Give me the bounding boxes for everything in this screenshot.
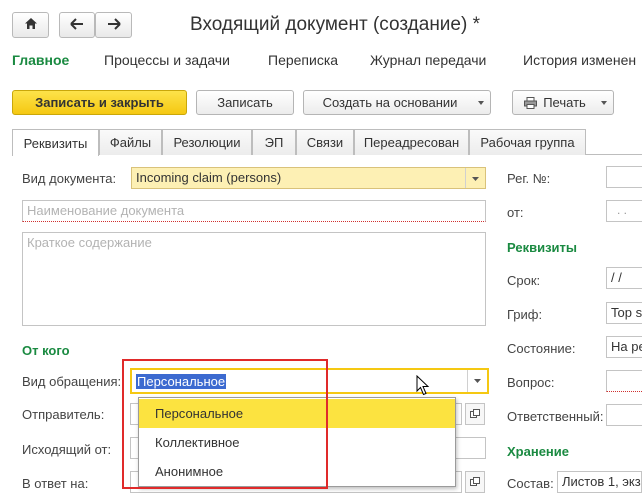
create-based-on-label: Создать на основании [322,95,458,110]
reg-no-label: Рег. №: [507,171,551,186]
window-title: Входящий документ (создание) * [190,14,480,35]
reg-date-label: от: [507,205,524,220]
chevron-down-icon [478,101,484,105]
sender-open-button[interactable] [465,403,485,425]
section-processes[interactable]: Процессы и задачи [104,52,230,68]
storage-group-title: Хранение [507,444,569,459]
state-label: Состояние: [507,341,576,356]
home-icon [24,17,38,33]
dropdown-option-collective[interactable]: Коллективное [139,428,455,457]
reply-to-label: В ответ на: [22,476,89,491]
save-and-close-button[interactable]: Записать и закрыть [12,90,187,115]
stamp-field[interactable]: Top s [606,302,642,324]
chevron-down-icon [472,177,479,181]
deadline-label: Срок: [507,273,541,288]
doc-name-input[interactable]: Наименование документа [22,200,486,222]
save-button[interactable]: Записать [196,90,294,115]
sender-label: Отправитель: [22,407,105,422]
appeal-type-value: Персональное [136,374,227,389]
doc-name-placeholder: Наименование документа [27,203,185,218]
dropdown-option-personal[interactable]: Персональное [139,399,455,428]
arrow-left-icon [70,17,84,33]
from-group-title: От кого [22,343,70,358]
responsible-label: Ответственный: [507,409,604,424]
printer-icon [524,96,538,109]
stamp-value: Top s [611,305,642,320]
requisites-group-title: Реквизиты [507,240,577,255]
composition-field[interactable]: Листов 1, экз [557,471,642,493]
tab-requisites[interactable]: Реквизиты [12,129,99,156]
section-transfer-log[interactable]: Журнал передачи [370,52,486,68]
stamp-label: Гриф: [507,307,543,322]
back-button[interactable] [59,12,95,38]
section-main[interactable]: Главное [12,52,69,68]
open-window-icon [470,475,480,490]
composition-label: Состав: [507,476,554,491]
outgoing-from-label: Исходящий от: [22,442,112,457]
tab-links[interactable]: Связи [296,129,354,155]
home-button[interactable] [12,12,49,38]
question-field[interactable] [606,370,642,392]
print-label: Печать [543,95,586,110]
tab-files[interactable]: Файлы [99,129,162,155]
appeal-type-dropdown-list: Персональное Коллективное Анонимное [138,397,456,487]
appeal-type-field[interactable]: Персональное [130,368,489,394]
deadline-value: / / [611,270,622,285]
tab-workgroup[interactable]: Рабочая группа [469,129,586,155]
responsible-field[interactable] [606,404,642,426]
arrow-right-icon [107,17,121,33]
section-correspondence[interactable]: Переписка [268,52,338,68]
open-window-icon [470,407,480,422]
doc-type-label: Вид документа: [22,171,117,186]
forward-button[interactable] [95,12,132,38]
appeal-type-dropdown-button[interactable] [467,370,487,392]
create-based-on-button[interactable]: Создать на основании [303,90,491,115]
chevron-down-icon [474,379,481,383]
reg-date-value: . . [617,203,628,217]
reply-to-open-button[interactable] [465,471,485,493]
summary-placeholder: Краткое содержание [27,235,152,250]
print-button[interactable]: Печать [512,90,614,115]
state-field[interactable]: На ре [606,336,642,358]
appeal-type-label: Вид обращения: [22,374,122,389]
tab-ep[interactable]: ЭП [252,129,296,155]
deadline-field[interactable]: / / [606,267,642,289]
doc-type-field[interactable]: Incoming claim (persons) [131,167,486,189]
doc-type-dropdown-button[interactable] [465,168,485,188]
summary-textarea[interactable]: Краткое содержание [22,232,486,326]
mouse-cursor-icon [416,374,430,399]
reg-date-field[interactable]: . . [606,200,642,222]
reg-no-field[interactable] [606,166,642,188]
question-label: Вопрос: [507,375,555,390]
tab-redirected[interactable]: Переадресован [354,129,469,155]
tab-resolutions[interactable]: Резолюции [162,129,252,155]
composition-value: Листов 1, экз [562,474,641,489]
state-value: На ре [611,339,642,354]
doc-type-value: Incoming claim (persons) [136,170,282,185]
section-history[interactable]: История изменен [523,52,636,68]
dropdown-option-anonymous[interactable]: Анонимное [139,457,455,486]
chevron-down-icon [601,101,607,105]
